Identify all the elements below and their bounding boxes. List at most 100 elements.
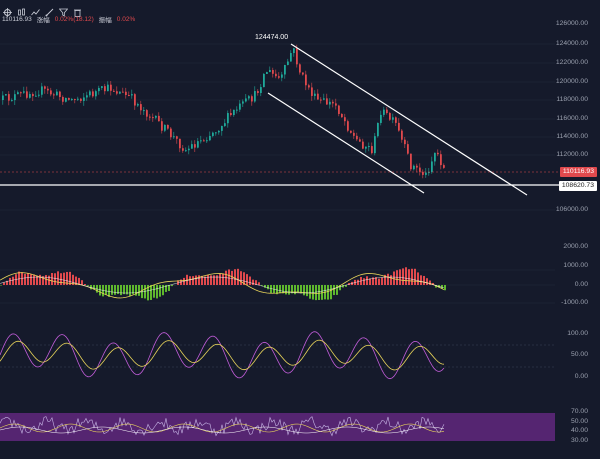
macd-bar — [327, 285, 329, 300]
chart-canvas[interactable] — [0, 0, 600, 459]
price-info-bar: 110116.93 涨幅 0.02%(18.12) 振幅 0.02% — [2, 14, 135, 25]
macd-bar — [279, 285, 281, 293]
macd-bar — [27, 272, 29, 285]
candle-body — [176, 136, 178, 139]
macd-bar — [363, 278, 365, 285]
candle-body — [77, 98, 79, 100]
macd-bar — [318, 285, 320, 300]
candle-body — [35, 95, 37, 97]
macd-bar — [417, 272, 419, 285]
candle-body — [386, 109, 388, 114]
macd-bar — [84, 284, 86, 285]
macd-bar — [153, 285, 155, 298]
axis-label: 70.00 — [570, 408, 588, 415]
candle-body — [131, 94, 133, 96]
candle-body — [41, 86, 43, 95]
macd-bar — [333, 285, 335, 296]
candle-body — [53, 94, 55, 96]
candle-body — [5, 94, 7, 96]
macd-bar — [192, 276, 194, 285]
candle-body — [293, 48, 295, 54]
axis-label: 50.00 — [570, 418, 588, 425]
candle-body — [191, 144, 193, 149]
candle-body — [215, 132, 217, 134]
macd-bar — [171, 285, 173, 287]
candle-body — [308, 85, 310, 88]
macd-bar — [18, 271, 20, 285]
candle-body — [179, 138, 181, 149]
current-price-tag: 110116.93 — [559, 167, 597, 177]
macd-bar — [222, 273, 224, 285]
macd-bar — [267, 285, 269, 290]
candle-body — [239, 103, 241, 110]
macd-bar — [381, 277, 383, 285]
candle-body — [230, 113, 232, 116]
candle-body — [122, 91, 124, 93]
macd-bar — [207, 274, 209, 285]
axis-label: 100.00 — [567, 330, 588, 337]
candle-body — [137, 104, 139, 106]
macd-bar — [378, 278, 380, 285]
candle-body — [272, 70, 274, 74]
candle-body — [254, 91, 256, 102]
macd-bar — [423, 275, 425, 285]
candle-body — [50, 90, 52, 95]
macd-bar — [429, 280, 431, 285]
candle-body — [83, 97, 85, 101]
candle-body — [101, 86, 103, 88]
candle-body — [338, 105, 340, 114]
candle-body — [410, 153, 412, 170]
candle-body — [158, 115, 160, 122]
candle-body — [236, 109, 238, 111]
macd-bar — [111, 285, 113, 295]
macd-bar — [144, 285, 146, 299]
axis-label: 30.00 — [570, 437, 588, 444]
candle-body — [17, 92, 19, 95]
macd-bar — [240, 271, 242, 285]
candle-body — [284, 64, 286, 75]
candle-body — [329, 101, 331, 105]
candle-body — [152, 117, 154, 119]
candle-body — [59, 91, 61, 98]
candle-body — [74, 99, 76, 101]
candle-body — [8, 94, 10, 101]
candle-body — [212, 132, 214, 136]
oscillator-line-slow — [0, 339, 445, 371]
macd-bar — [258, 282, 260, 285]
candle-body — [317, 93, 319, 100]
candle-body — [116, 91, 118, 94]
candle-body — [398, 122, 400, 131]
macd-bar — [252, 279, 254, 285]
candle-body — [134, 94, 136, 106]
axis-label: -1000.00 — [561, 299, 588, 306]
candle-body — [395, 117, 397, 123]
macd-bar — [297, 285, 299, 293]
candle-body — [350, 130, 352, 133]
candle-body — [404, 139, 406, 145]
candle-body — [287, 61, 289, 65]
candle-body — [380, 114, 382, 123]
candle-body — [203, 140, 205, 142]
candle-body — [104, 86, 106, 92]
candle-body — [206, 140, 208, 142]
macd-bar — [162, 285, 164, 296]
macd-bar — [357, 279, 359, 285]
channel-upper-line — [290, 43, 528, 196]
macd-bar — [99, 285, 101, 296]
axis-label: 50.00 — [570, 351, 588, 358]
candle-body — [149, 116, 151, 118]
oscillator-line-fast — [0, 331, 445, 380]
candle-body — [164, 124, 166, 131]
macd-bar — [246, 274, 248, 285]
axis-label: 124000.00 — [555, 40, 588, 47]
candle-body — [233, 109, 235, 116]
macd-bar — [51, 272, 53, 285]
candle-body — [95, 91, 97, 97]
candle-body — [125, 91, 127, 96]
candle-body — [275, 73, 277, 77]
axis-label: 40.00 — [570, 427, 588, 434]
candle-body — [170, 128, 172, 138]
macd-bar — [414, 268, 416, 285]
candle-body — [107, 84, 109, 92]
candle-body — [359, 139, 361, 142]
